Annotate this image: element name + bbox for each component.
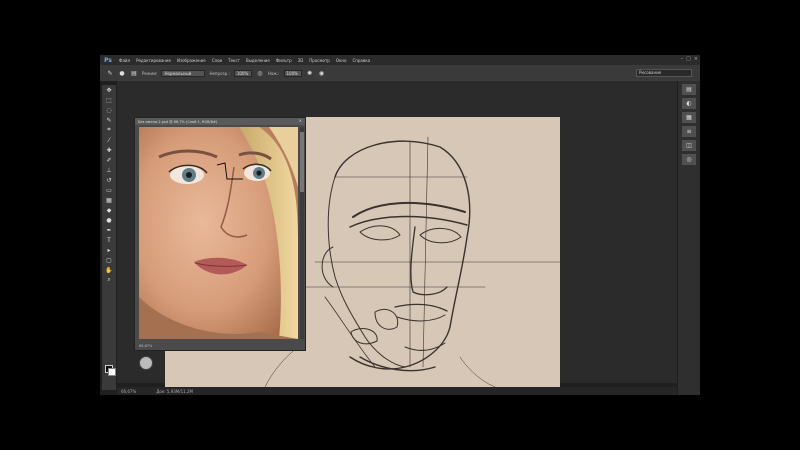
quick-select-icon[interactable]: ✎ [102, 115, 116, 125]
reference-scroll-thumb[interactable] [300, 132, 304, 192]
zoom-icon[interactable]: ⌕ [102, 275, 116, 285]
reference-window-title[interactable]: Без имени-2.psd @ 66,7% (Слой 1, RGB/8#) [135, 118, 305, 125]
menu-3d[interactable]: 3D [295, 58, 307, 63]
menu-filter[interactable]: Фильтр [273, 58, 295, 63]
move-icon[interactable]: ✥ [102, 85, 116, 95]
menu-view[interactable]: Просмотр [306, 58, 333, 63]
flow-label: Наж.: [267, 70, 280, 76]
reference-photo-illustration [139, 127, 298, 339]
pressure-opacity-icon[interactable]: ◎ [256, 69, 264, 77]
marquee-icon[interactable]: ⬚ [102, 95, 116, 105]
color-icon[interactable]: ◐ [682, 98, 696, 109]
flow-field[interactable]: 100% [283, 69, 302, 77]
history-icon[interactable]: ▤ [682, 84, 696, 95]
healing-icon[interactable]: ✚ [102, 145, 116, 155]
hand-icon[interactable]: ✋ [102, 265, 116, 275]
menu-bar: Ps Файл Редактирование Изображение Слои … [100, 55, 700, 65]
brush-preset-icon[interactable]: ✎ [106, 69, 114, 77]
shape-icon[interactable]: ▢ [102, 255, 116, 265]
status-zoom: 66,67% [121, 388, 137, 394]
ps-logo: Ps [104, 56, 112, 64]
path-select-icon[interactable]: ▸ [102, 245, 116, 255]
minimize-button[interactable]: – [681, 56, 684, 62]
adjustments-icon[interactable]: ≡ [682, 126, 696, 137]
status-bar: 66,67% Док: 5,93M/11,2M [117, 387, 677, 395]
menu-layers[interactable]: Слои [209, 58, 225, 63]
menu-file[interactable]: Файл [116, 58, 133, 63]
reference-face-photo [139, 127, 298, 339]
eyedropper-icon[interactable]: ⁄ [102, 135, 116, 145]
brush-tip-preview [139, 356, 153, 370]
status-doc-size: Док: 5,93M/11,2M [156, 388, 193, 394]
window-controls: – □ × [681, 56, 698, 62]
options-bar: ✎ ● ▤ Режим: Нормальный Непрозр.: 100% ◎… [100, 65, 700, 81]
mode-label: Режим: [142, 70, 158, 76]
reference-zoom-level: 66,67% [139, 344, 153, 348]
reference-photo-window[interactable]: Без имени-2.psd @ 66,7% (Слой 1, RGB/8#)… [134, 117, 306, 351]
gradient-icon[interactable]: ▦ [102, 195, 116, 205]
channels-icon[interactable]: ◎ [682, 154, 696, 165]
menu-edit[interactable]: Редактирование [133, 58, 174, 63]
maximize-button[interactable]: □ [686, 56, 691, 62]
pressure-size-icon[interactable]: ◉ [318, 69, 326, 77]
history-brush-icon[interactable]: ↺ [102, 175, 116, 185]
blur-icon[interactable]: ◆ [102, 205, 116, 215]
background-color-swatch[interactable] [108, 368, 116, 376]
mode-select[interactable]: Нормальный [161, 69, 206, 77]
crop-icon[interactable]: ⌗ [102, 125, 116, 135]
workspace-select[interactable]: Рисование [636, 69, 692, 77]
lasso-icon[interactable]: ◌ [102, 105, 116, 115]
brush-panel-icon[interactable]: ▤ [130, 69, 138, 77]
brush-size-icon[interactable]: ● [118, 69, 126, 77]
photoshop-window: Ps Файл Редактирование Изображение Слои … [100, 55, 700, 395]
stamp-icon[interactable]: ⊥ [102, 165, 116, 175]
eraser-icon[interactable]: ▭ [102, 185, 116, 195]
reference-close-icon[interactable]: × [299, 118, 302, 123]
menu-select[interactable]: Выделение [243, 58, 273, 63]
reference-scrollbar[interactable] [300, 127, 304, 339]
layers-icon[interactable]: ◫ [682, 140, 696, 151]
close-button[interactable]: × [694, 56, 698, 62]
brush-icon[interactable]: ✐ [102, 155, 116, 165]
opacity-field[interactable]: 100% [233, 69, 252, 77]
document-area: Без имени-2.psd @ 66,7% (Слой 1, RGB/8#)… [117, 81, 677, 387]
tools-panel: ✥ ⬚ ◌ ✎ ⌗ ⁄ ✚ ✐ ⊥ ↺ ▭ ▦ ◆ ● ✒ T ▸ ▢ ✋ ⌕ [102, 85, 116, 390]
swatches-icon[interactable]: ▦ [682, 112, 696, 123]
dodge-icon[interactable]: ● [102, 215, 116, 225]
type-icon[interactable]: T [102, 235, 116, 245]
right-panel-dock: ▤ ◐ ▦ ≡ ◫ ◎ [678, 81, 700, 395]
menu-image[interactable]: Изображение [174, 58, 209, 63]
menu-window[interactable]: Окно [333, 58, 350, 63]
menu-type[interactable]: Текст [225, 58, 243, 63]
menu-help[interactable]: Справка [349, 58, 373, 63]
opacity-label: Непрозр.: [209, 70, 230, 76]
airbrush-icon[interactable]: ✺ [306, 69, 314, 77]
pen-icon[interactable]: ✒ [102, 225, 116, 235]
